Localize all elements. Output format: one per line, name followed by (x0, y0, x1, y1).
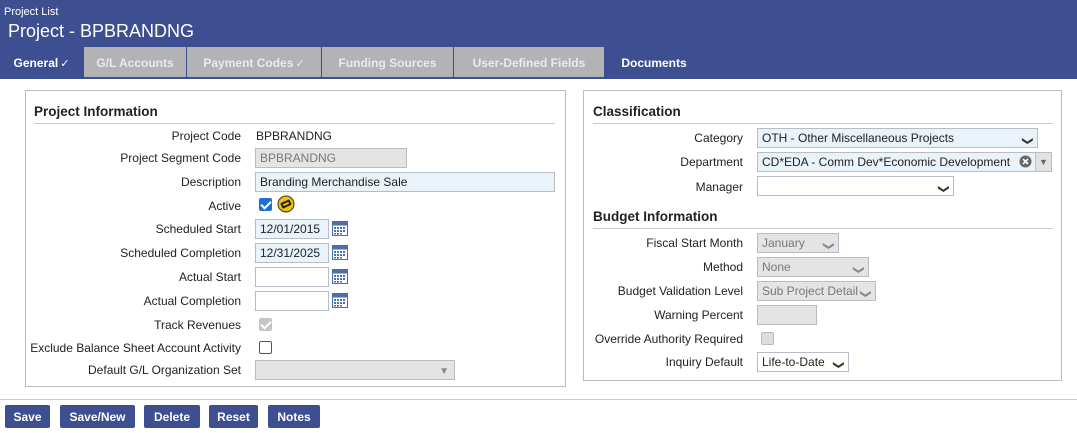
notes-button[interactable]: Notes (268, 405, 320, 428)
clear-icon[interactable] (1019, 155, 1032, 168)
actual-completion-input[interactable] (255, 291, 329, 311)
active-label: Active (208, 199, 241, 213)
tab-label: User-Defined Fields (472, 56, 586, 70)
department-value: CD*EDA - Comm Dev*Economic Development (762, 155, 1011, 169)
actual-completion-label: Actual Completion (143, 294, 241, 308)
check-icon: ✓ (295, 58, 305, 70)
method-label: Method (702, 260, 743, 274)
override-authority-checkbox (761, 332, 774, 345)
actual-start-label: Actual Start (178, 270, 241, 284)
project-code-value: BPBRANDNG (256, 129, 333, 143)
inquiry-default-select[interactable]: Life-to-Date ❯ (757, 352, 849, 372)
tab-funding-sources[interactable]: Funding Sources (322, 47, 453, 77)
tab-label: General (13, 56, 59, 70)
page-title: Project - BPBRANDNG (8, 21, 195, 41)
inquiry-default-label: Inquiry Default (665, 355, 743, 369)
calendar-icon[interactable] (332, 221, 348, 236)
divider (593, 123, 1053, 124)
budget-validation-level-label: Budget Validation Level (617, 284, 743, 298)
budget-information-title: Budget Information (593, 209, 718, 224)
tab-documents[interactable]: Documents (605, 47, 703, 77)
track-revenues-label: Track Revenues (154, 318, 241, 332)
manager-label: Manager (695, 180, 743, 194)
calendar-icon[interactable] (332, 245, 348, 260)
override-authority-label: Override Authority Required (594, 332, 743, 346)
department-select[interactable]: CD*EDA - Comm Dev*Economic Development (757, 152, 1052, 172)
tab-label: Funding Sources (338, 56, 437, 70)
chevron-down-icon[interactable]: ▼ (1035, 153, 1051, 171)
actual-start-input[interactable] (255, 267, 329, 287)
page-header: Project List Project - BPBRANDNG General… (0, 0, 1077, 77)
chevron-down-icon: ❯ (937, 184, 950, 194)
fiscal-start-month-select: January ❯ (757, 233, 839, 253)
classification-title: Classification (593, 104, 681, 119)
chevron-down-icon: ▼ (439, 366, 449, 377)
scheduled-completion-input[interactable]: 12/31/2025 (255, 243, 329, 263)
budget-validation-level-select: Sub Project Detail ❯ (757, 281, 876, 301)
budget-validation-level-value: Sub Project Detail (762, 284, 859, 298)
footer-divider (0, 399, 1077, 400)
chevron-down-icon: ❯ (859, 289, 872, 299)
exclude-balance-sheet-checkbox[interactable] (259, 341, 272, 354)
tab-gl-accounts[interactable]: G/L Accounts (84, 47, 186, 77)
fiscal-start-month-label: Fiscal Start Month (646, 236, 743, 250)
category-select[interactable]: OTH - Other Miscellaneous Projects ❯ (757, 128, 1038, 148)
tab-user-defined-fields[interactable]: User-Defined Fields (454, 47, 604, 77)
tab-label: G/L Accounts (96, 56, 174, 70)
scheduled-start-label: Scheduled Start (155, 222, 241, 236)
department-label: Department (680, 155, 743, 169)
chevron-down-icon: ❯ (852, 265, 865, 275)
divider (593, 228, 1053, 229)
project-code-label: Project Code (171, 129, 241, 143)
default-org-set-label: Default G/L Organization Set (88, 363, 241, 377)
fiscal-start-month-value: January (762, 236, 805, 250)
scheduled-completion-label: Scheduled Completion (120, 246, 241, 260)
category-value: OTH - Other Miscellaneous Projects (762, 131, 955, 145)
manager-select[interactable]: ❯ (757, 176, 954, 196)
active-checkbox[interactable] (259, 198, 272, 211)
chevron-down-icon: ❯ (1021, 136, 1034, 146)
check-icon: ✓ (60, 58, 70, 70)
scheduled-start-input[interactable]: 12/01/2015 (255, 219, 329, 239)
segment-code-label: Project Segment Code (120, 151, 241, 165)
category-label: Category (694, 131, 743, 145)
tab-label: Documents (621, 56, 687, 70)
save-button[interactable]: Save (5, 405, 50, 428)
method-select: None ❯ (757, 257, 869, 277)
method-value: None (762, 260, 791, 274)
history-icon[interactable] (277, 195, 295, 213)
breadcrumb-project-list[interactable]: Project List (4, 6, 58, 18)
delete-button[interactable]: Delete (144, 405, 200, 428)
divider (34, 123, 555, 124)
tab-label: Payment Codes (203, 56, 294, 70)
segment-code-field: BPBRANDNG (255, 148, 407, 168)
reset-button[interactable]: Reset (209, 405, 258, 428)
warning-percent-input (757, 305, 817, 325)
description-label: Description (180, 175, 241, 189)
track-revenues-checkbox (259, 318, 272, 331)
description-input[interactable]: Branding Merchandise Sale (255, 172, 555, 192)
warning-percent-label: Warning Percent (654, 308, 743, 322)
calendar-icon[interactable] (332, 269, 348, 284)
calendar-icon[interactable] (332, 293, 348, 308)
exclude-balance-sheet-label: Exclude Balance Sheet Account Activity (30, 341, 241, 355)
save-new-button[interactable]: Save/New (60, 405, 135, 428)
tab-general[interactable]: General ✓ (0, 47, 83, 77)
chevron-down-icon: ❯ (822, 241, 835, 251)
inquiry-default-value: Life-to-Date (762, 355, 825, 369)
tab-payment-codes[interactable]: Payment Codes ✓ (187, 47, 321, 77)
project-information-title: Project Information (34, 104, 158, 119)
chevron-down-icon: ❯ (832, 360, 845, 370)
default-org-set-select: ▼ (255, 360, 455, 380)
